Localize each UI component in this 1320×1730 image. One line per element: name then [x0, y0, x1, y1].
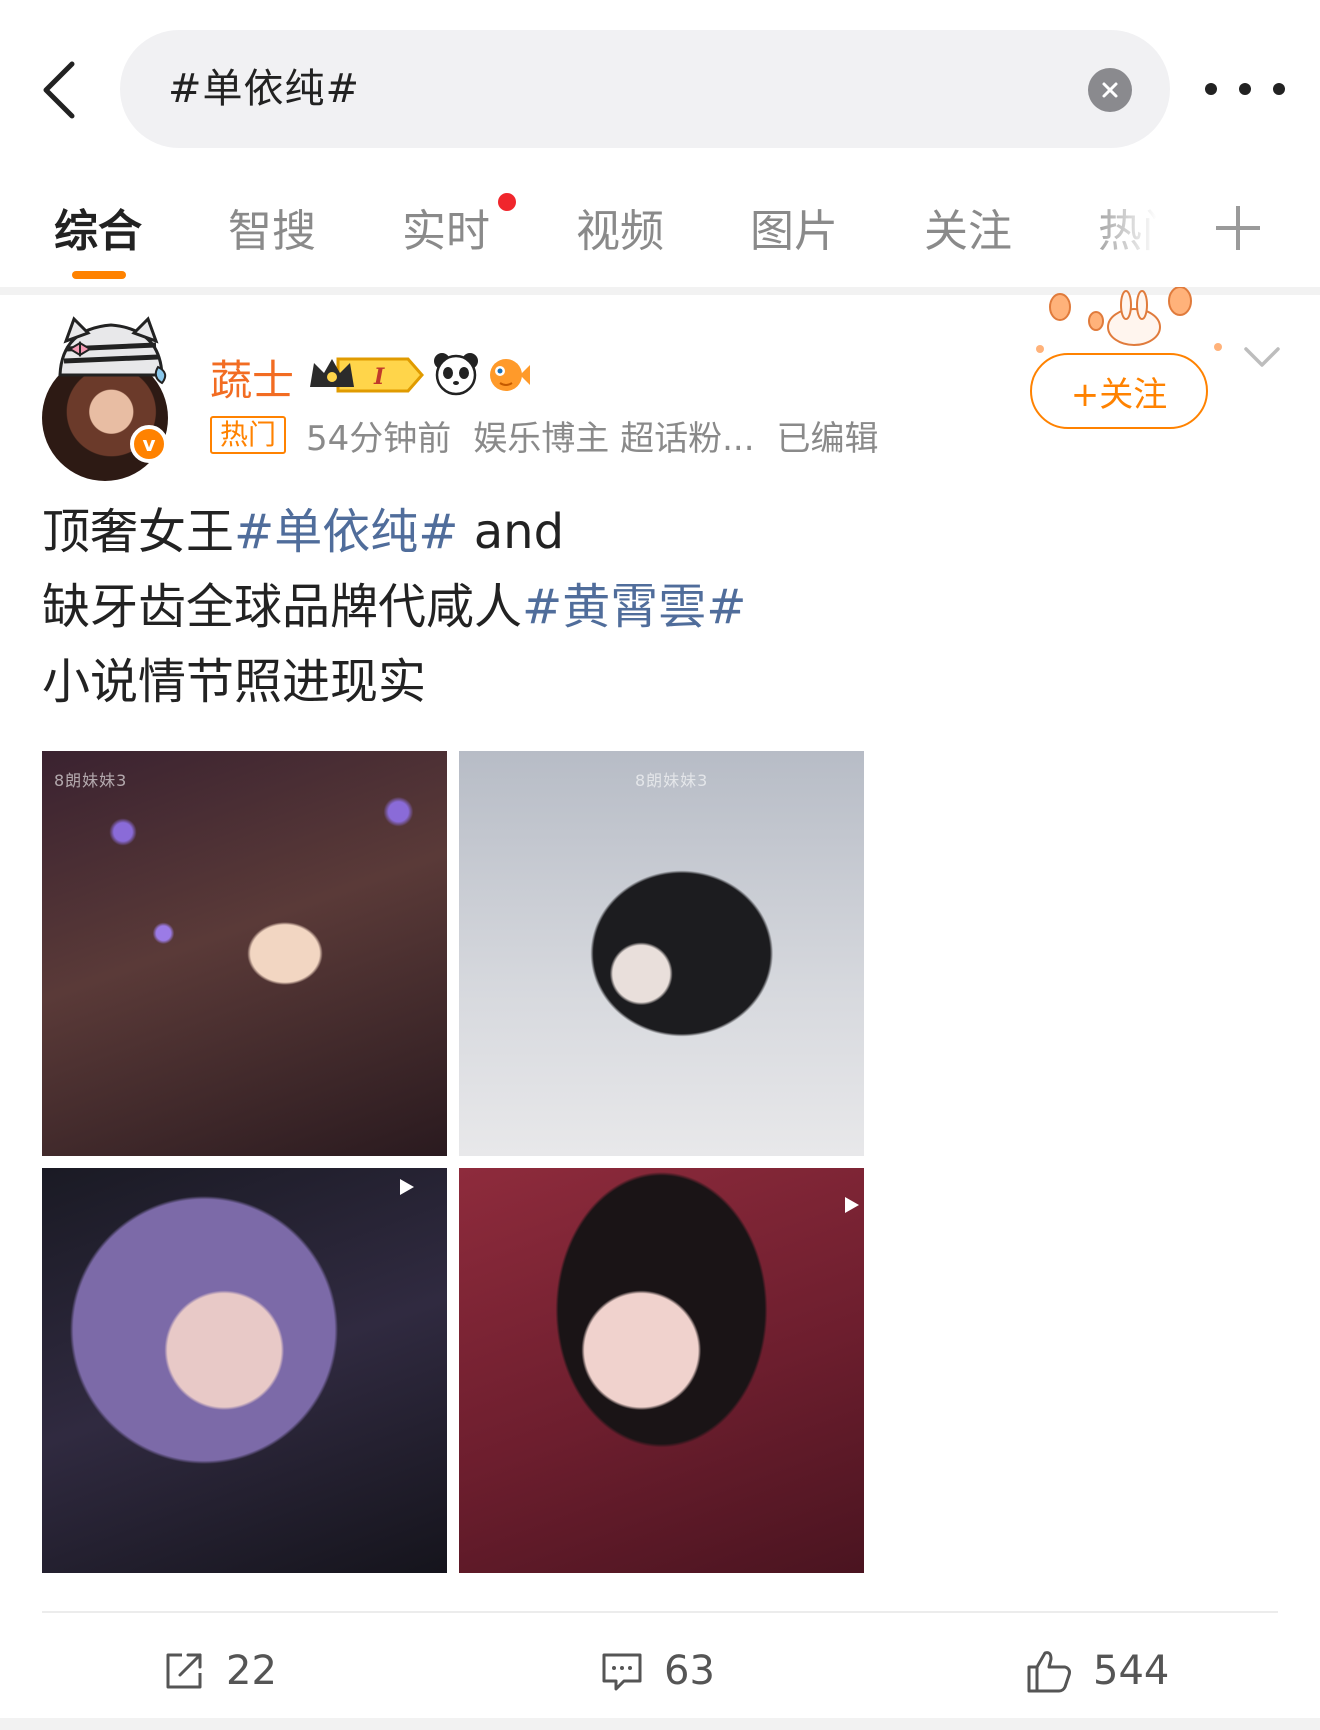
username[interactable]: 蔬士: [210, 347, 294, 408]
comment-button[interactable]: 63: [600, 1635, 715, 1707]
active-tab-indicator: [72, 271, 126, 279]
more-dot-icon: [1205, 83, 1217, 95]
more-options-button[interactable]: [1205, 64, 1285, 114]
follow-button[interactable]: +关注: [1030, 353, 1208, 429]
post-source: 娱乐博主 超话粉...: [473, 418, 755, 459]
post-text-segment: 缺牙齿全球品牌代咸人: [42, 579, 523, 635]
search-header: #单依纯#: [0, 0, 1320, 160]
post-image-1[interactable]: 8朗妹妹3: [42, 751, 447, 1156]
post-time: 54分钟前: [306, 418, 452, 459]
hashtag-link[interactable]: #黄霄雲#: [522, 579, 746, 635]
play-icon: [845, 1197, 859, 1213]
clear-button[interactable]: [1088, 68, 1132, 112]
back-button[interactable]: [28, 50, 92, 130]
avatar-cat-hat-icon: [58, 316, 167, 385]
chevron-left-icon: [43, 61, 75, 119]
hot-tag-badge: 热门: [210, 416, 287, 454]
action-divider: [42, 1611, 1278, 1613]
search-query: #单依纯#: [168, 66, 361, 112]
image-watermark: 8朗妹妹3: [54, 771, 128, 790]
verified-badge-icon: v: [130, 425, 168, 463]
tab-comprehensive[interactable]: 综合: [54, 195, 142, 259]
tab-video[interactable]: 视频: [576, 195, 664, 259]
post-video-4[interactable]: [459, 1168, 864, 1573]
repost-count: 22: [226, 1648, 277, 1694]
more-dot-icon: [1273, 83, 1285, 95]
image-watermark: 8朗妹妹3: [635, 771, 709, 790]
chevron-down-icon[interactable]: [1240, 335, 1284, 379]
search-input[interactable]: #单依纯#: [120, 30, 1170, 148]
tab-following[interactable]: 关注: [924, 195, 1012, 259]
tab-smart-search[interactable]: 智搜: [228, 195, 316, 259]
hashtag-link[interactable]: #单依纯#: [234, 504, 458, 560]
post-image-2[interactable]: 8朗妹妹3: [459, 751, 864, 1156]
post-video-3[interactable]: [42, 1168, 447, 1573]
notification-dot: [498, 193, 516, 211]
post-line-1: 顶奢女王#单依纯# and: [42, 495, 1242, 570]
like-count: 544: [1093, 1648, 1170, 1694]
play-icon: [400, 1179, 414, 1195]
post-content: 顶奢女王#单依纯# and 缺牙齿全球品牌代咸人#黄霄雲# 小说情节照进现实: [42, 495, 1242, 720]
comment-icon: [602, 1653, 642, 1691]
post-meta: 热门 54分钟前 娱乐博主 超话粉... 已编辑: [210, 413, 879, 459]
like-button[interactable]: 544: [1025, 1635, 1169, 1707]
add-tab-icon[interactable]: [1210, 200, 1266, 256]
repost-icon: [166, 1653, 202, 1689]
comment-count: 63: [664, 1648, 715, 1694]
vip-crown-badge-icon: I: [310, 357, 424, 393]
pufferfish-icon: [490, 359, 530, 391]
post-line-3: 小说情节照进现实: [42, 654, 427, 710]
post-text-segment: and: [458, 504, 565, 560]
close-icon: [1102, 82, 1118, 98]
repost-button[interactable]: 22: [162, 1635, 277, 1707]
post-card: v 蔬士 I 热门 54分钟前 娱乐博主 超话粉... 已编辑 +关注 顶奢女王…: [0, 287, 1320, 1715]
panda-icon: [434, 353, 478, 396]
edited-label: 已编辑: [776, 418, 879, 459]
tab-realtime[interactable]: 实时: [402, 195, 490, 259]
more-dot-icon: [1239, 83, 1251, 95]
post-text-segment: 顶奢女王: [42, 504, 235, 560]
tab-fade-overlay: [1080, 175, 1190, 270]
bottom-separator: [0, 1718, 1320, 1730]
tab-images[interactable]: 图片: [750, 195, 838, 259]
post-line-2: 缺牙齿全球品牌代咸人#黄霄雲#: [42, 570, 1242, 645]
vip-level-text: I: [373, 364, 385, 390]
thumbs-up-icon: [1027, 1651, 1071, 1693]
